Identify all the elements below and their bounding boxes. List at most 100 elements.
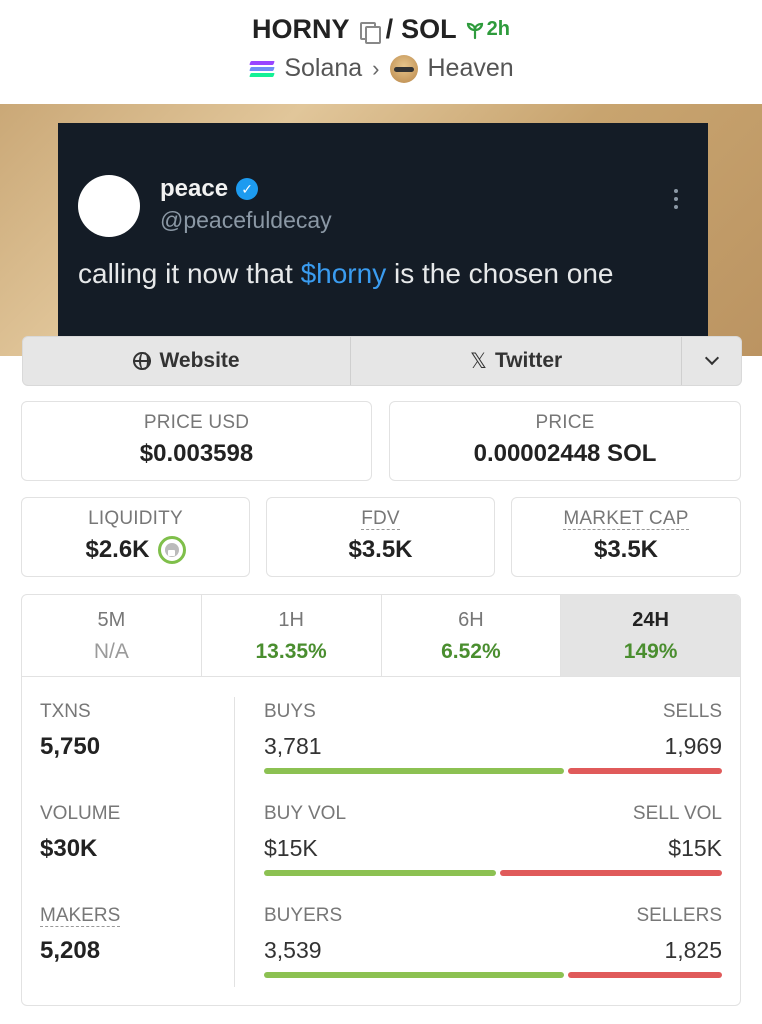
tab-label: 6H <box>458 609 484 631</box>
twitter-label: Twitter <box>494 349 563 372</box>
buy-vol-bar-segment <box>264 870 496 876</box>
price-usd-label: PRICE USD <box>143 412 250 433</box>
market-cap-card: MARKET CAP $3.5K <box>511 497 741 577</box>
sellers-value: 1,825 <box>664 937 722 963</box>
stats-panel: 5M N/A 1H 13.35% 6H 6.52% 24H 149% TXNS … <box>21 594 741 1006</box>
tab-change: 149% <box>623 640 678 663</box>
price-native-label: PRICE <box>535 412 595 433</box>
breadcrumb: Solana › Heaven <box>0 54 762 83</box>
tweet-text-start: calling it now that <box>78 258 301 289</box>
tweet-author: peace ✓ <box>160 175 259 203</box>
tab-label: 24H <box>632 609 669 631</box>
makers-label[interactable]: MAKERS <box>40 905 121 927</box>
liquidity-value-row: $2.6K <box>22 536 249 564</box>
liquidity-card: LIQUIDITY $2.6K <box>21 497 250 577</box>
pair-age: 2h <box>486 18 510 40</box>
lock-icon[interactable] <box>157 536 186 564</box>
makers-value: 5,208 <box>40 937 101 964</box>
price-usd-card: PRICE USD $0.003598 <box>21 401 372 481</box>
more-links-button[interactable] <box>682 337 741 385</box>
chain-link[interactable]: Solana <box>284 54 362 83</box>
website-label: Website <box>159 349 240 372</box>
tab-change: 6.52% <box>441 640 501 663</box>
website-button[interactable]: Website <box>23 337 352 385</box>
sell-vol-value: $15K <box>668 835 722 861</box>
avatar <box>78 175 140 237</box>
token-banner: peace ✓ @peacefuldecay calling it now th… <box>0 104 762 356</box>
verified-icon: ✓ <box>236 178 259 200</box>
sellers-bar-segment <box>568 972 722 978</box>
twitter-button[interactable]: 𝕏 Twitter <box>351 337 683 385</box>
volume-row: VOLUME $30K BUY VOL $15K SELL VOL $15K <box>22 779 740 881</box>
fdv-label[interactable]: FDV <box>361 508 400 530</box>
buyers-bar-segment <box>264 972 564 978</box>
txns-row: TXNS 5,750 BUYS 3,781 SELLS 1,969 <box>22 677 740 779</box>
x-logo-icon: 𝕏 <box>470 349 487 373</box>
pair-title: HORNY / SOL 2h <box>0 14 762 45</box>
makers-row: MAKERS 5,208 BUYERS 3,539 SELLERS 1,825 <box>22 881 740 983</box>
fdv-value: $3.5K <box>348 536 413 563</box>
buys-value: 3,781 <box>264 733 322 759</box>
liquidity-label: LIQUIDITY <box>88 508 183 529</box>
txns-label: TXNS <box>40 701 91 722</box>
dex-link[interactable]: Heaven <box>428 54 514 83</box>
buys-label: BUYS <box>264 701 316 722</box>
volume-bar <box>264 870 722 876</box>
buyers-value: 3,539 <box>264 937 322 963</box>
sellers-label: SELLERS <box>636 905 722 926</box>
market-cap-value: $3.5K <box>593 536 659 563</box>
globe-icon <box>133 352 152 370</box>
links-bar: Website 𝕏 Twitter <box>22 336 742 386</box>
volume-label: VOLUME <box>40 803 121 824</box>
tweet-handle: @peacefuldecay <box>160 207 332 233</box>
tab-label: 5M <box>97 609 126 631</box>
price-usd-value: $0.003598 <box>139 440 254 467</box>
solana-icon <box>248 59 276 79</box>
price-native-value: 0.00002448 SOL <box>473 440 657 467</box>
sprout-icon <box>466 22 483 39</box>
pair-age-badge: 2h <box>465 18 510 41</box>
buyers-label: BUYERS <box>264 905 343 926</box>
buy-vol-label: BUY VOL <box>264 803 347 824</box>
makers-label-wrap: MAKERS <box>40 905 121 927</box>
tweet-author-name: peace <box>160 175 229 202</box>
tab-1h[interactable]: 1H 13.35% <box>202 595 382 676</box>
sell-vol-bar-segment <box>500 870 722 876</box>
period-tabs: 5M N/A 1H 13.35% 6H 6.52% 24H 149% <box>22 595 740 677</box>
fdv-card: FDV $3.5K <box>266 497 495 577</box>
tweet-cashtag: $horny <box>300 258 387 289</box>
tab-change: 13.35% <box>255 640 327 663</box>
tab-label: 1H <box>278 609 304 631</box>
more-options-icon <box>674 189 678 209</box>
txns-value: 5,750 <box>40 733 101 760</box>
pair-separator: / <box>385 14 394 44</box>
tweet-card: peace ✓ @peacefuldecay calling it now th… <box>58 123 708 355</box>
token-symbol: HORNY <box>252 14 350 44</box>
pair-header: HORNY / SOL 2h Solana › Heaven <box>0 0 762 104</box>
market-cap-label[interactable]: MARKET CAP <box>563 508 689 530</box>
tweet-text: calling it now that $horny is the chosen… <box>78 258 613 290</box>
buys-sells-bar <box>264 768 722 774</box>
copy-icon[interactable] <box>358 20 381 44</box>
sell-bar-segment <box>568 768 722 774</box>
sells-value: 1,969 <box>664 733 722 759</box>
buy-bar-segment <box>264 768 564 774</box>
buy-vol-value: $15K <box>264 835 318 861</box>
tab-change: N/A <box>93 640 129 663</box>
volume-value: $30K <box>40 835 98 862</box>
tab-24h[interactable]: 24H 149% <box>561 595 740 676</box>
price-native-card: PRICE 0.00002448 SOL <box>389 401 741 481</box>
sell-vol-label: SELL VOL <box>632 803 722 824</box>
heaven-dex-icon <box>389 54 418 83</box>
tab-6h[interactable]: 6H 6.52% <box>382 595 562 676</box>
mcap-label-wrap: MARKET CAP <box>512 508 740 530</box>
chevron-down-icon <box>704 350 719 366</box>
quote-symbol: SOL <box>401 14 457 44</box>
sells-label: SELLS <box>662 701 722 722</box>
tweet-text-end: is the chosen one <box>386 258 614 289</box>
fdv-label-wrap: FDV <box>267 508 494 530</box>
tab-5m[interactable]: 5M N/A <box>22 595 202 676</box>
chevron-right-icon: › <box>372 55 380 81</box>
liquidity-value: $2.6K <box>85 536 150 563</box>
stats-grid: TXNS 5,750 BUYS 3,781 SELLS 1,969 VOLUME… <box>22 677 740 1005</box>
